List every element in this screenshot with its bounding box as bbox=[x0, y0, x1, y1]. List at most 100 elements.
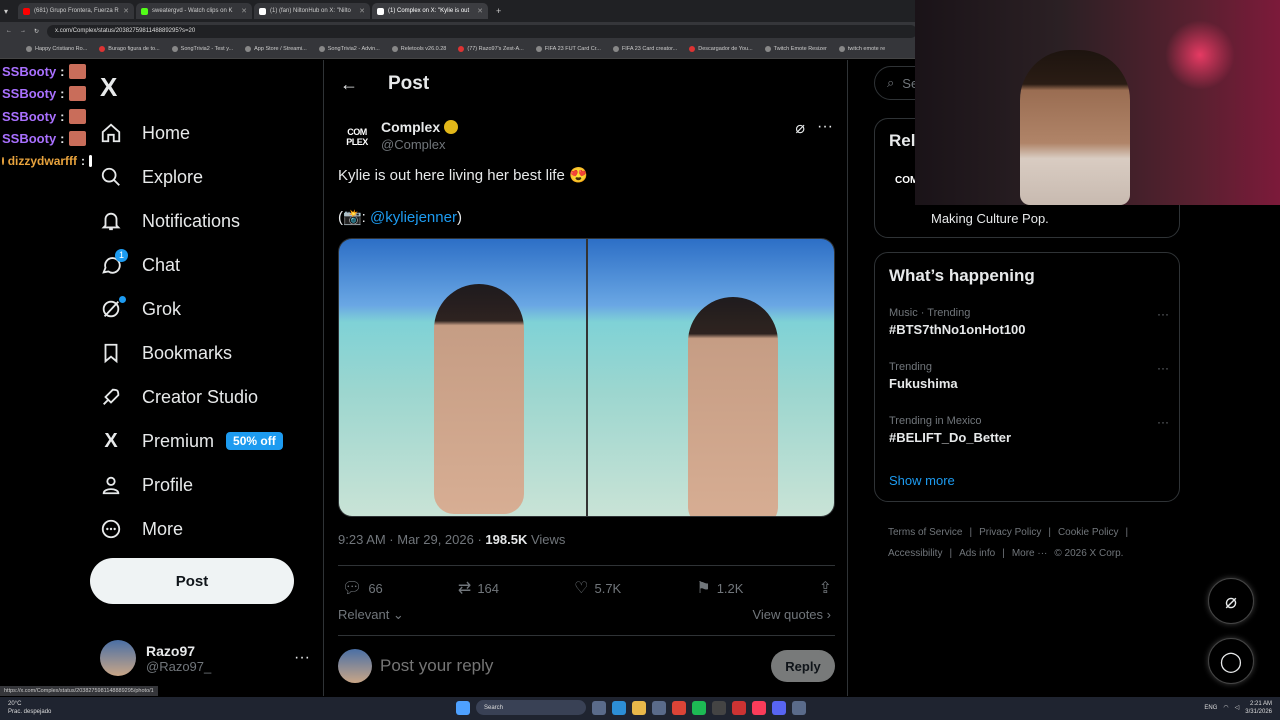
app-icon[interactable] bbox=[792, 700, 806, 715]
chrome-icon[interactable] bbox=[672, 700, 686, 715]
back-icon[interactable]: ← bbox=[6, 28, 12, 34]
windows-start-icon[interactable] bbox=[456, 700, 470, 715]
weather-widget[interactable]: 20°C Prac. despejado bbox=[8, 700, 51, 716]
reply-button[interactable]: Reply bbox=[771, 650, 835, 682]
more-horizontal-icon[interactable]: ··· bbox=[817, 118, 833, 138]
system-tray: ENG ◠ ◁ 2:21 AM 3/31/2026 bbox=[1204, 700, 1272, 716]
more-horizontal-icon[interactable]: ··· bbox=[1157, 361, 1169, 375]
more-horizontal-icon[interactable]: ··· bbox=[294, 649, 310, 667]
close-tab-icon[interactable]: ✕ bbox=[123, 7, 129, 15]
x-favicon-icon bbox=[259, 7, 266, 15]
bookmark[interactable]: SongTrivia2 - Advin... bbox=[318, 46, 380, 52]
app-icon[interactable] bbox=[732, 700, 746, 715]
forward-icon[interactable]: → bbox=[20, 28, 26, 34]
taskbar-search[interactable]: Search bbox=[476, 700, 586, 715]
verified-badge-icon bbox=[444, 120, 459, 134]
bookmark-action[interactable]: ⚑ 1.2K bbox=[696, 578, 743, 598]
post-photo[interactable] bbox=[587, 239, 834, 516]
new-tab-icon[interactable]: + bbox=[496, 6, 501, 16]
sort-replies-dropdown[interactable]: Relevant ⌄ bbox=[338, 607, 404, 623]
sidebar-item-profile[interactable]: Profile bbox=[98, 465, 193, 505]
chat-icon: 1 bbox=[98, 249, 128, 278]
reply-action[interactable]: 💬︎ 66 bbox=[342, 578, 383, 598]
sidebar-item-premium[interactable]: X Premium 50% off bbox=[98, 421, 283, 461]
discord-icon[interactable] bbox=[772, 700, 786, 715]
person-icon bbox=[98, 472, 124, 498]
mention-link[interactable]: @kyliejenner bbox=[370, 209, 457, 226]
sidebar-item-more[interactable]: More bbox=[98, 509, 183, 549]
author-avatar[interactable]: COM PLEX bbox=[340, 120, 374, 154]
sidebar-item-creator-studio[interactable]: Creator Studio bbox=[98, 377, 258, 417]
store-icon[interactable] bbox=[652, 700, 666, 715]
discount-badge: 50% off bbox=[226, 432, 283, 450]
sidebar-item-home[interactable]: Home bbox=[98, 113, 190, 153]
bookmark[interactable]: Burago figura de to... bbox=[99, 46, 160, 52]
emote-icon bbox=[68, 131, 86, 147]
bookmark[interactable]: App Store / Streami... bbox=[245, 46, 307, 52]
more-horizontal-icon[interactable]: ··· bbox=[1157, 415, 1169, 429]
bookmark[interactable]: twitch emote re bbox=[838, 46, 885, 52]
close-tab-icon[interactable]: ✕ bbox=[241, 7, 247, 15]
reply-input[interactable] bbox=[380, 656, 750, 676]
trend-item[interactable]: Trending in Mexico #BELIFT_Do_Better ··· bbox=[889, 415, 1169, 445]
x-logo[interactable]: X bbox=[100, 72, 117, 103]
bookmark[interactable]: FIFA 23 Card creator... bbox=[612, 46, 677, 52]
share-action[interactable]: ⇪ bbox=[819, 578, 832, 598]
bookmark[interactable]: FIFA 23 FUT Card Cr... bbox=[535, 46, 601, 52]
trend-item[interactable]: Trending Fukushima ··· bbox=[889, 361, 1169, 391]
obs-icon[interactable] bbox=[712, 700, 726, 715]
task-view-icon[interactable] bbox=[592, 700, 606, 715]
sidebar-item-grok[interactable]: Grok bbox=[98, 289, 181, 329]
bookmark[interactable]: Reletools v26.0.28 bbox=[391, 46, 446, 52]
spotify-icon[interactable] bbox=[692, 700, 706, 715]
wifi-icon[interactable]: ◠ bbox=[1223, 704, 1228, 712]
author-name[interactable]: Complex bbox=[381, 119, 459, 135]
trend-item[interactable]: Music · Trending #BTS7thNo1onHot100 ··· bbox=[889, 307, 1169, 337]
chat-icon: ◯ bbox=[1219, 650, 1243, 673]
close-tab-icon[interactable]: ✕ bbox=[477, 7, 483, 15]
view-quotes-link[interactable]: View quotes › bbox=[752, 607, 831, 622]
post-timestamp: 9:23 AM · Mar 29, 2026 · 198.5K Views bbox=[338, 532, 566, 547]
like-action[interactable]: ♡ 5.7K bbox=[574, 578, 621, 598]
author-handle[interactable]: @Complex bbox=[381, 137, 446, 152]
bookmark[interactable]: Descargador de You... bbox=[689, 46, 753, 52]
grok-icon bbox=[98, 296, 126, 322]
close-tab-icon[interactable]: ✕ bbox=[359, 7, 365, 15]
volume-icon[interactable]: ◁ bbox=[1235, 704, 1240, 712]
show-more-link[interactable]: Show more bbox=[889, 473, 955, 488]
home-icon bbox=[98, 120, 124, 146]
sidebar-item-bookmarks[interactable]: Bookmarks bbox=[98, 333, 232, 373]
account-switcher[interactable]: Razo97 @Razo97_ ··· bbox=[100, 638, 310, 678]
more-horizontal-icon[interactable]: ··· bbox=[1157, 307, 1169, 321]
file-explorer-icon[interactable] bbox=[632, 700, 646, 715]
clock[interactable]: 2:21 AM 3/31/2026 bbox=[1245, 700, 1272, 716]
browser-tab[interactable]: sweatergvd - Watch clips on K ✕ bbox=[136, 3, 252, 19]
bookmark[interactable]: (77) Razo97's Zest-A... bbox=[458, 46, 524, 52]
sidebar-item-explore[interactable]: Explore bbox=[98, 157, 203, 197]
chat-message: dizzydwarfff: bbox=[2, 150, 92, 173]
bookmark[interactable]: SongTrivia2 - Test y... bbox=[171, 46, 233, 52]
avatar bbox=[100, 640, 136, 676]
browser-tab[interactable]: (1) (fan) NiltonHub on X: "Nilto ✕ bbox=[254, 3, 370, 19]
bookmark-icon bbox=[98, 340, 124, 366]
grok-icon[interactable]: ⌀ bbox=[795, 118, 805, 138]
grok-fab-button[interactable]: ⌀ bbox=[1208, 578, 1254, 624]
post-photo[interactable] bbox=[339, 239, 586, 516]
tab-menu-icon[interactable]: ▾ bbox=[4, 7, 16, 16]
sidebar-item-chat[interactable]: 1 Chat bbox=[98, 245, 180, 285]
edge-icon[interactable] bbox=[612, 700, 626, 715]
browser-tab-active[interactable]: (1) Complex on X: "Kylie is out ✕ bbox=[372, 3, 488, 19]
messages-fab-button[interactable]: ◯ bbox=[1208, 638, 1254, 684]
url-field[interactable]: x.com/Complex/status/2038275981148889295… bbox=[47, 24, 918, 38]
sidebar: X Home Explore Notifications 1 Chat Grok… bbox=[90, 60, 322, 696]
bookmark[interactable]: Happy Cristiano Ro... bbox=[26, 46, 87, 52]
post-button[interactable]: Post bbox=[90, 558, 294, 604]
back-arrow-icon[interactable]: ← bbox=[340, 74, 358, 95]
browser-tab[interactable]: (681) Grupo Frontera, Fuerza R ✕ bbox=[18, 3, 134, 19]
sidebar-item-notifications[interactable]: Notifications bbox=[98, 201, 240, 241]
bookmark[interactable]: Twitch Emote Resizer bbox=[764, 46, 827, 52]
reload-icon[interactable]: ↻ bbox=[34, 28, 39, 35]
x-icon: X bbox=[104, 429, 118, 452]
repost-action[interactable]: ⇄ 164 bbox=[458, 578, 499, 598]
music-icon[interactable] bbox=[752, 700, 766, 715]
